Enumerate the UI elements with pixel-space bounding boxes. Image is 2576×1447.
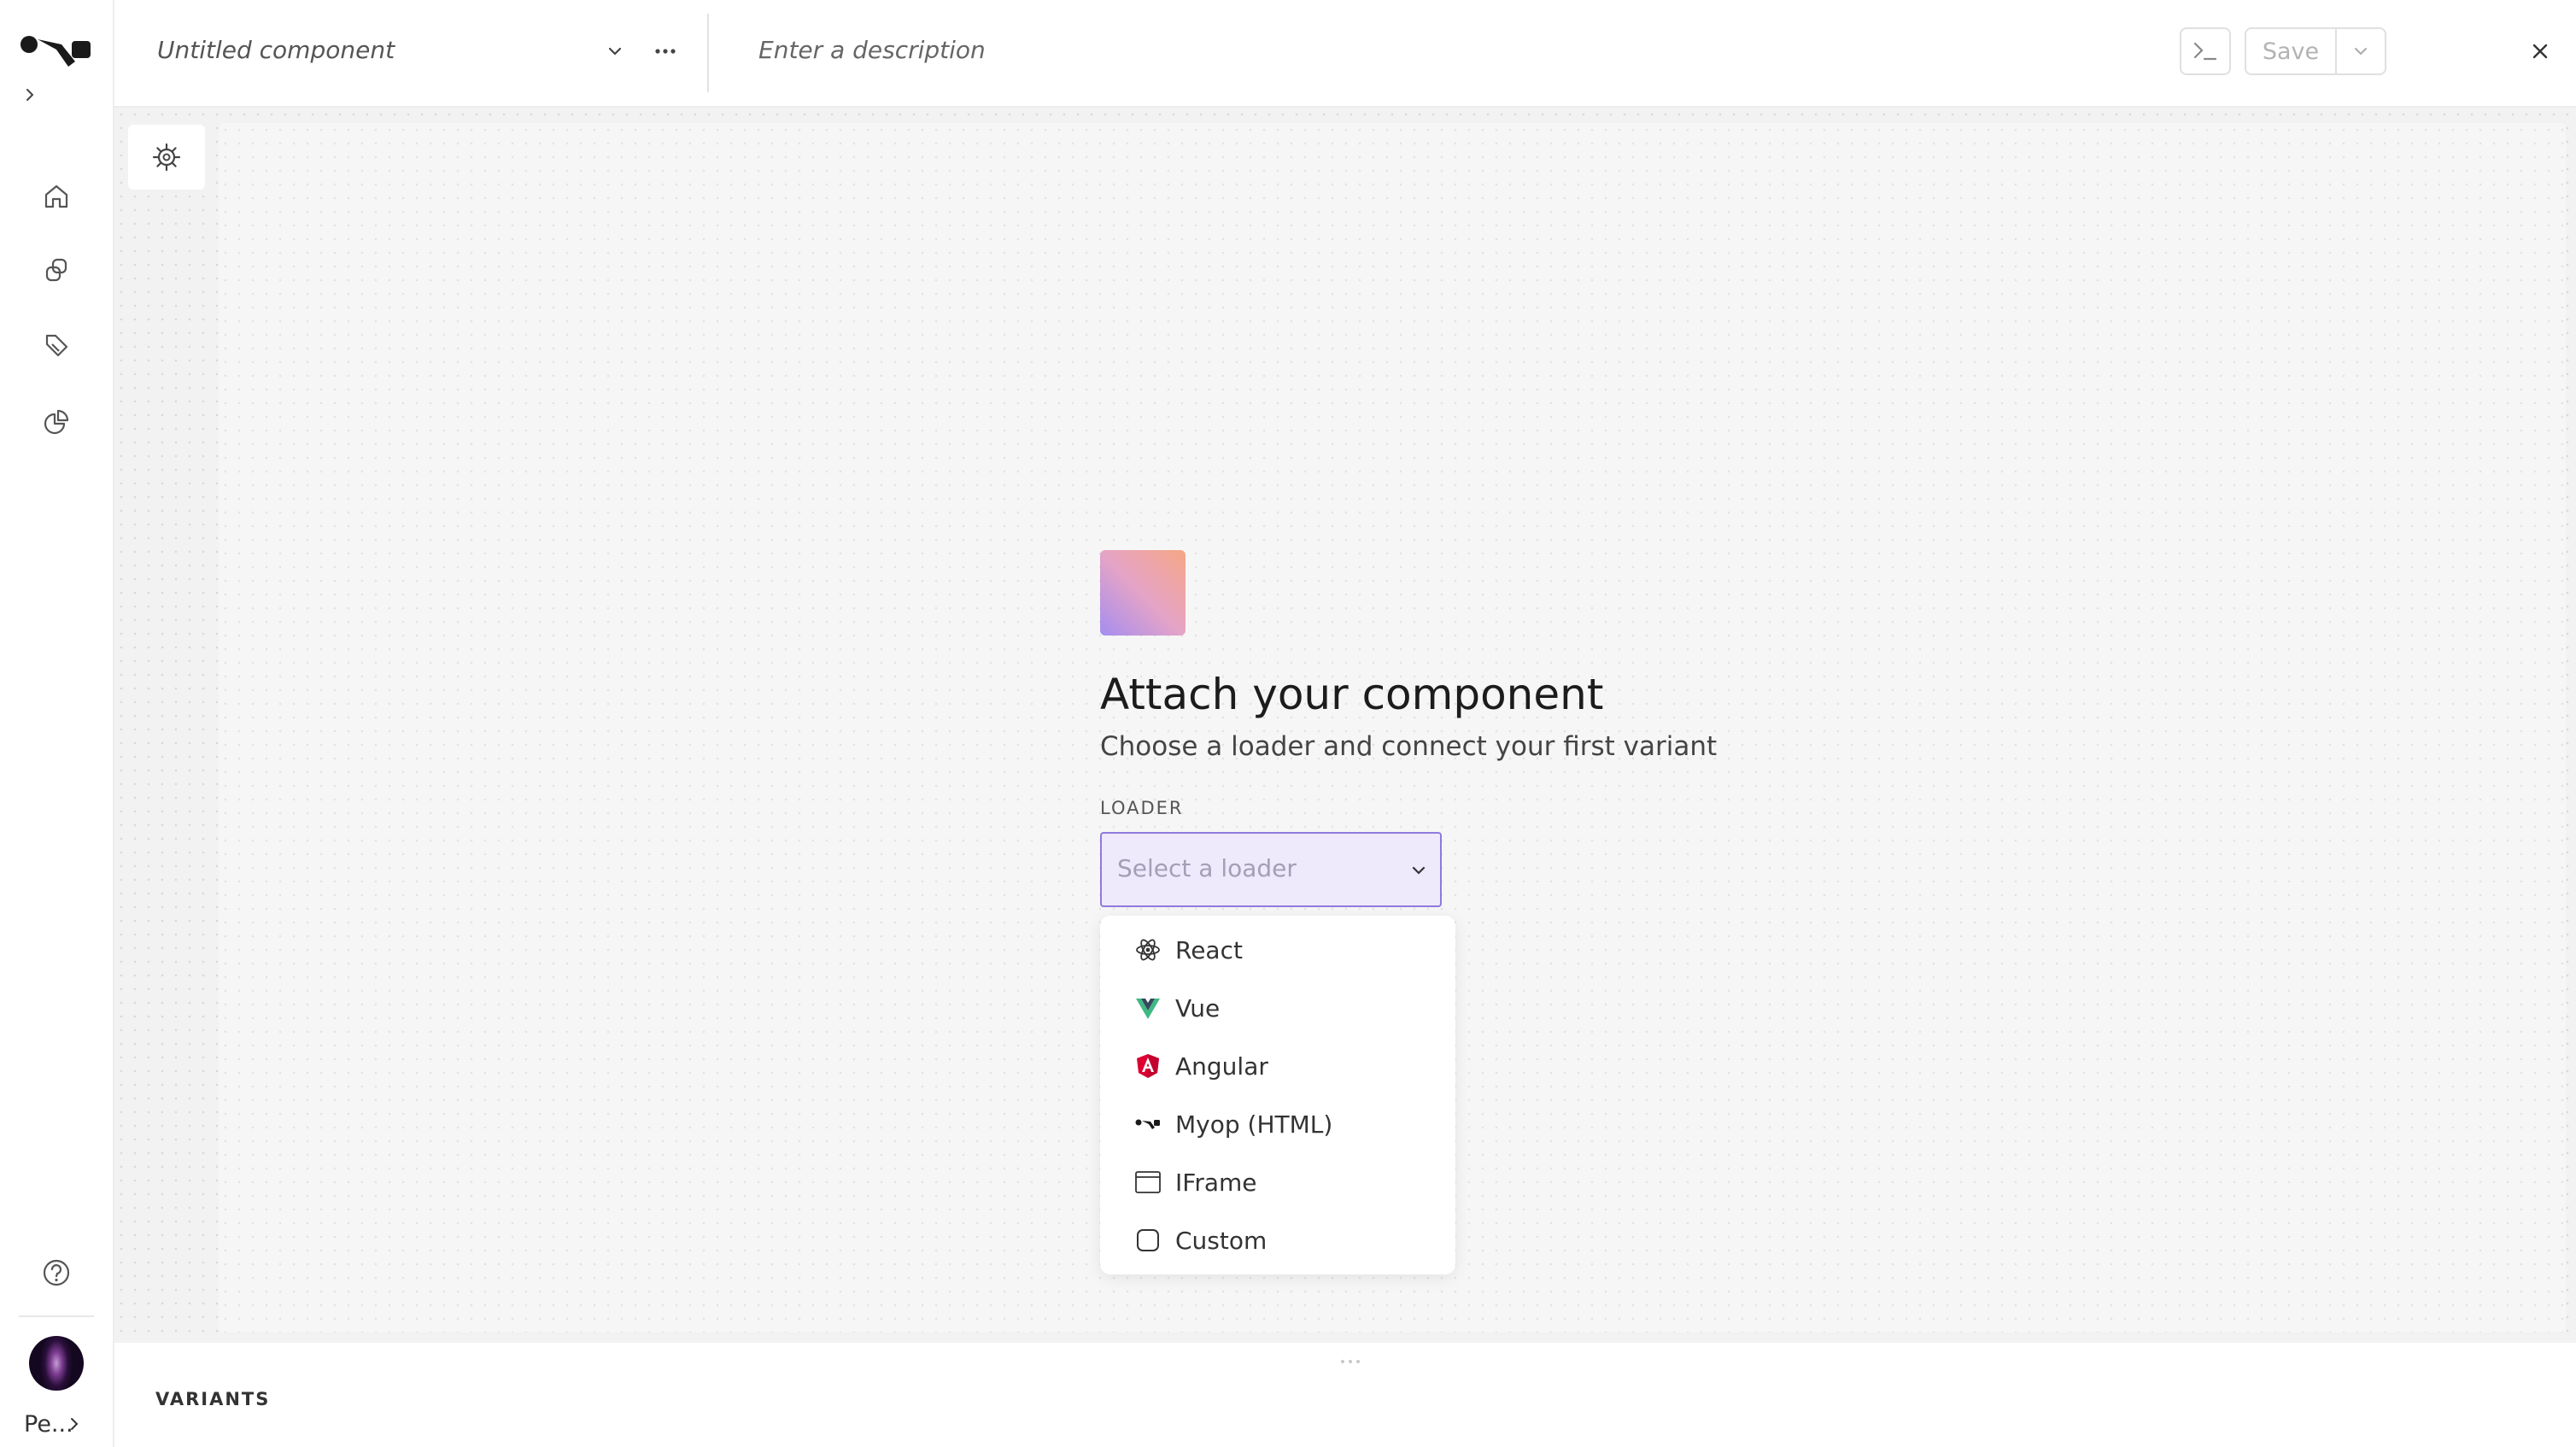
home-icon [44,185,68,208]
help-button[interactable] [38,1254,75,1292]
avatar[interactable] [29,1336,84,1391]
loader-option-custom[interactable]: Custom [1100,1211,1455,1269]
loader-option-label: Custom [1175,1227,1268,1255]
sidebar-item-home[interactable] [38,178,75,215]
chevron-down-icon [1412,866,1426,875]
myop-icon [1135,1119,1160,1129]
chevron-right-icon[interactable] [20,85,39,104]
loader-label: LOADER [1100,798,1184,818]
save-button[interactable]: Save [2245,27,2337,75]
loader-placeholder: Select a loader [1117,854,1297,882]
settings-button[interactable] [128,125,205,190]
loader-option-vue[interactable]: Vue [1100,979,1455,1037]
loader-option-myop[interactable]: Myop (HTML) [1100,1095,1455,1153]
chevron-down-icon[interactable] [605,41,625,62]
more-options-icon[interactable] [651,39,680,63]
angular-icon [1137,1054,1159,1078]
help-icon [43,1259,70,1286]
react-icon [1136,939,1160,961]
save-options-button[interactable] [2335,27,2386,75]
chevron-down-icon [2355,48,2367,56]
sidebar-item-analytics[interactable] [38,403,75,441]
loader-option-angular[interactable]: Angular [1100,1037,1455,1095]
custom-icon [1137,1229,1159,1251]
analytics-icon [44,409,69,435]
gear-icon [152,143,181,172]
loader-option-label: Angular [1175,1052,1268,1081]
header-divider [707,14,709,92]
terminal-icon [2193,42,2217,61]
loader-option-react[interactable]: React [1100,921,1455,979]
component-placeholder-graphic [1100,550,1186,636]
terminal-button[interactable] [2180,27,2231,75]
components-icon [45,258,67,282]
chevron-right-icon[interactable] [67,1416,82,1432]
loader-option-label: React [1175,936,1243,964]
sidebar-item-components[interactable] [38,251,75,289]
sidebar: Pe... [0,0,114,1447]
top-bar: Untitled component Enter a description S… [114,0,2576,108]
page-subtitle: Choose a loader and connect your first v… [1100,731,1718,762]
variants-panel: VARIANTS [128,1350,2566,1447]
sidebar-divider [19,1315,94,1317]
sidebar-item-tags[interactable] [38,326,75,364]
loader-option-label: Myop (HTML) [1175,1110,1333,1139]
page-title: Attach your component [1100,670,1604,719]
loader-option-label: Vue [1175,994,1221,1022]
loader-dropdown-menu: React Vue Angular Myop (HTML) IFrame Cus… [1100,916,1455,1274]
loader-option-label: IFrame [1175,1169,1257,1197]
vue-icon [1136,999,1160,1019]
loader-option-iframe[interactable]: IFrame [1100,1153,1455,1211]
component-title-input[interactable]: Untitled component [157,36,395,64]
description-input[interactable]: Enter a description [758,36,986,64]
variants-title: VARIANTS [155,1389,271,1409]
iframe-icon [1135,1171,1161,1193]
tag-icon [45,334,68,357]
loader-select[interactable]: Select a loader [1100,832,1442,907]
myop-logo[interactable] [19,32,94,75]
resize-handle-icon[interactable] [1339,1358,1361,1365]
close-icon[interactable] [2528,39,2552,63]
